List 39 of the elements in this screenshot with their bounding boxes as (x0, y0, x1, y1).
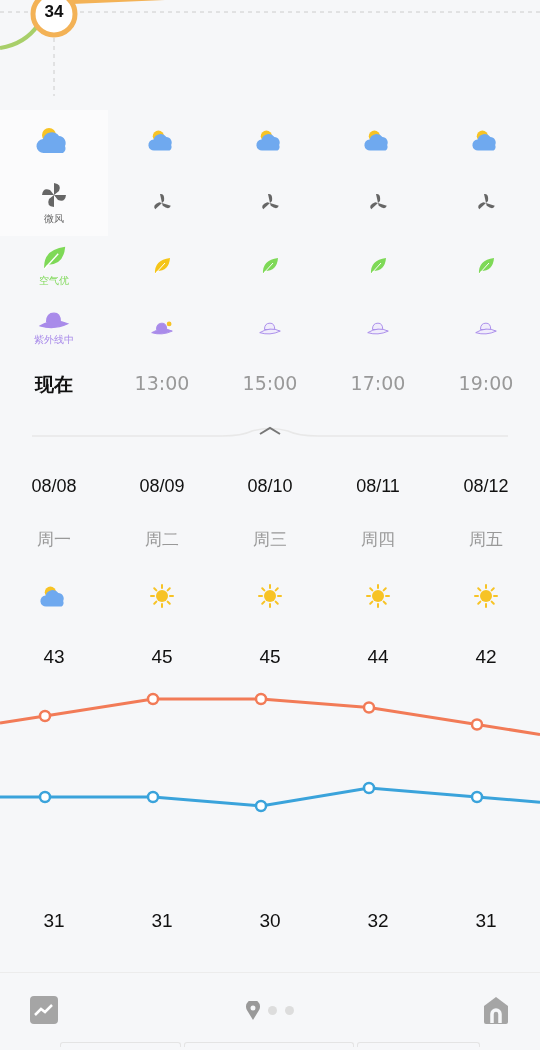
date-label: 08/09 (139, 476, 185, 498)
hour-tab[interactable]: 15:00 (242, 372, 298, 394)
sun-icon (256, 582, 284, 610)
hour-tab[interactable]: 13:00 (134, 372, 190, 394)
date-label: 08/11 (356, 476, 400, 498)
sun-icon (148, 582, 176, 610)
pinwheel-icon (39, 180, 69, 210)
weekday-label: 周四 (361, 528, 395, 551)
low-temperature: 31 (151, 910, 173, 932)
weekday-label: 周一 (37, 528, 71, 551)
home-icon[interactable] (482, 996, 510, 1024)
low-temperature: 31 (475, 910, 497, 932)
hour-tab[interactable]: 19:00 (458, 372, 514, 394)
page-dot-icon[interactable] (285, 1005, 294, 1015)
date-label: 08/08 (31, 476, 77, 498)
page-dot-icon[interactable] (268, 1005, 277, 1015)
location-pin-icon[interactable] (246, 1000, 260, 1020)
hour-tab[interactable]: 现在 (35, 372, 73, 398)
date-label: 08/10 (247, 476, 293, 498)
uv-label: 紫外线中 (34, 332, 74, 347)
air-quality-label: 空气优 (39, 274, 69, 288)
high-temperature: 43 (43, 646, 65, 668)
weekday-label: 周三 (253, 528, 287, 551)
low-temperature: 31 (43, 910, 65, 932)
trend-chart-icon[interactable] (30, 996, 58, 1024)
high-temperature: 45 (259, 646, 281, 668)
sun-icon (364, 582, 392, 610)
weekday-label: 周五 (469, 528, 503, 551)
sun-icon (472, 582, 500, 610)
temperature-label: 34 (43, 2, 65, 22)
high-temperature: 45 (151, 646, 173, 668)
weekday-label: 周二 (145, 528, 179, 551)
high-temperature: 42 (475, 646, 497, 668)
hour-tab[interactable]: 17:00 (350, 372, 406, 394)
wind-label: 微风 (44, 212, 64, 226)
date-label: 08/12 (463, 476, 509, 498)
low-temperature: 30 (259, 910, 281, 932)
high-temperature: 44 (367, 646, 389, 668)
low-temperature: 32 (367, 910, 389, 932)
